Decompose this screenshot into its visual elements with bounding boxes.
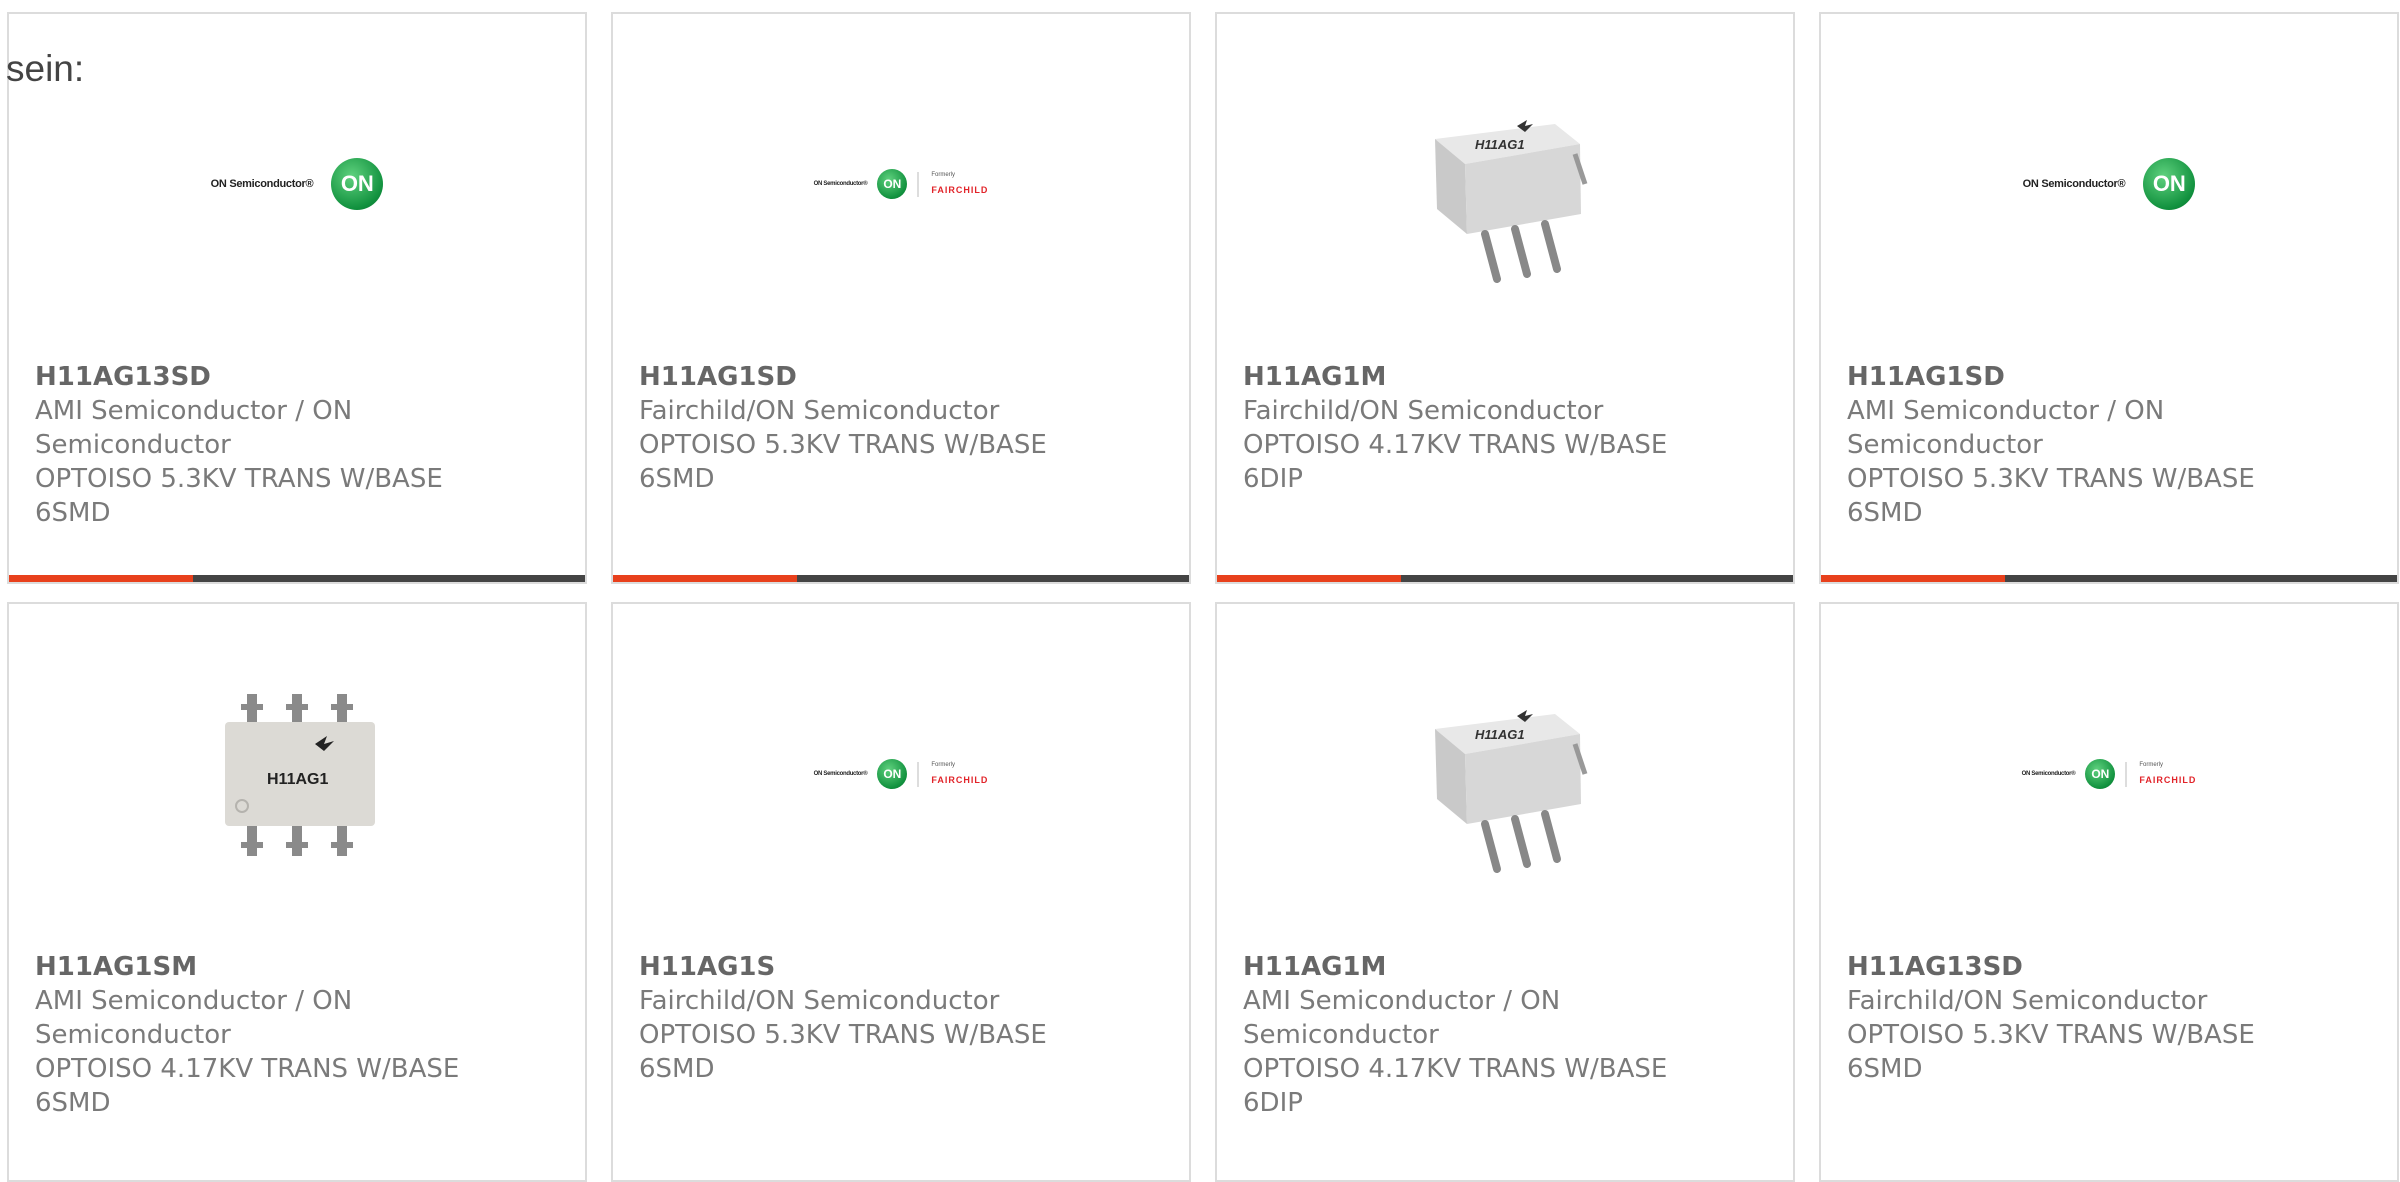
product-image[interactable]: ON Semiconductor® ON	[9, 14, 585, 354]
card-bar-accent	[9, 575, 193, 582]
svg-text:H11AG1: H11AG1	[267, 771, 328, 788]
manufacturer: Fairchild/ON Semiconductor	[639, 396, 1000, 426]
product-image[interactable]: ON Semiconductor® ON	[1821, 14, 2397, 354]
on-fairchild-logo: ON Semiconductor® ON Formerly FAIRCHILD	[814, 759, 989, 789]
part-number[interactable]: H11AG1SM	[35, 950, 505, 984]
card-bar	[613, 575, 1189, 582]
dip-chip-photo: H11AG1	[1435, 710, 1588, 873]
manufacturer: Fairchild/ON Semiconductor	[1243, 396, 1604, 426]
part-number[interactable]: H11AG13SD	[1847, 950, 2317, 984]
part-number[interactable]: H11AG1M	[1243, 950, 1713, 984]
product-card[interactable]: ON Semiconductor® ON H11AG1SD AMI Semico…	[1819, 12, 2399, 584]
description: OPTOISO 4.17KV TRANS W/BASE 6DIP	[1243, 1054, 1668, 1118]
manufacturer: Fairchild/ON Semiconductor	[639, 986, 1000, 1016]
on-fairchild-logo: ON Semiconductor® ON Formerly FAIRCHILD	[2022, 759, 2197, 789]
manufacturer: AMI Semiconductor / ON Semiconductor	[1847, 396, 2165, 460]
card-bar	[1821, 575, 2397, 582]
product-image[interactable]: ON Semiconductor® ON Formerly FAIRCHILD	[613, 604, 1189, 944]
product-grid: ON Semiconductor® ON H11AG13SD AMI Semic…	[0, 0, 2400, 1182]
description: OPTOISO 5.3KV TRANS W/BASE 6SMD	[35, 464, 443, 528]
product-image[interactable]: H11AG1	[1217, 604, 1793, 944]
card-bar	[1217, 575, 1793, 582]
product-image[interactable]: H11AG1	[1217, 14, 1793, 354]
description: OPTOISO 5.3KV TRANS W/BASE 6SMD	[1847, 464, 2255, 528]
description: OPTOISO 5.3KV TRANS W/BASE 6SMD	[639, 430, 1047, 494]
svg-text:H11AG1: H11AG1	[1475, 137, 1525, 152]
part-number[interactable]: H11AG1S	[639, 950, 1109, 984]
product-card[interactable]: ON Semiconductor® ON Formerly FAIRCHILD …	[611, 602, 1191, 1182]
part-number[interactable]: H11AG1SD	[1847, 360, 2317, 394]
product-card[interactable]: H11AG1 H11AG1SM AMI Semiconductor / ON S…	[7, 602, 587, 1182]
product-card[interactable]: ON Semiconductor® ON Formerly FAIRCHILD …	[611, 12, 1191, 584]
manufacturer: Fairchild/ON Semiconductor	[1847, 986, 2208, 1016]
part-number[interactable]: H11AG1M	[1243, 360, 1713, 394]
product-card[interactable]: ON Semiconductor® ON H11AG13SD AMI Semic…	[7, 12, 587, 584]
smd-chip-photo: H11AG1	[225, 694, 375, 856]
on-semiconductor-logo: ON Semiconductor® ON	[2023, 158, 2196, 210]
manufacturer: AMI Semiconductor / ON Semiconductor	[35, 986, 353, 1050]
on-fairchild-logo: ON Semiconductor® ON Formerly FAIRCHILD	[814, 169, 989, 199]
card-bar-accent	[613, 575, 797, 582]
description: OPTOISO 4.17KV TRANS W/BASE 6DIP	[1243, 430, 1668, 494]
dip-chip-photo: H11AG1	[1435, 120, 1588, 283]
card-bar-accent	[1217, 575, 1401, 582]
product-image[interactable]: ON Semiconductor® ON Formerly FAIRCHILD	[613, 14, 1189, 354]
card-bar	[9, 575, 585, 582]
description: OPTOISO 5.3KV TRANS W/BASE 6SMD	[1847, 1020, 2255, 1084]
part-number[interactable]: H11AG13SD	[35, 360, 505, 394]
intro-text: sein:	[6, 48, 85, 89]
description: OPTOISO 5.3KV TRANS W/BASE 6SMD	[639, 1020, 1047, 1084]
product-image[interactable]: ON Semiconductor® ON Formerly FAIRCHILD	[1821, 604, 2397, 944]
product-card[interactable]: H11AG1 H11AG1M AMI Semiconductor / ON Se…	[1215, 602, 1795, 1182]
product-card[interactable]: H11AG1 H11AG1M Fairchild/ON Semiconducto…	[1215, 12, 1795, 584]
svg-text:H11AG1: H11AG1	[1475, 727, 1525, 742]
manufacturer: AMI Semiconductor / ON Semiconductor	[35, 396, 353, 460]
card-bar-accent	[1821, 575, 2005, 582]
manufacturer: AMI Semiconductor / ON Semiconductor	[1243, 986, 1561, 1050]
description: OPTOISO 4.17KV TRANS W/BASE 6SMD	[35, 1054, 460, 1118]
on-semiconductor-logo: ON Semiconductor® ON	[211, 158, 384, 210]
part-number[interactable]: H11AG1SD	[639, 360, 1109, 394]
product-card[interactable]: ON Semiconductor® ON Formerly FAIRCHILD …	[1819, 602, 2399, 1182]
product-image[interactable]: H11AG1	[9, 604, 585, 944]
